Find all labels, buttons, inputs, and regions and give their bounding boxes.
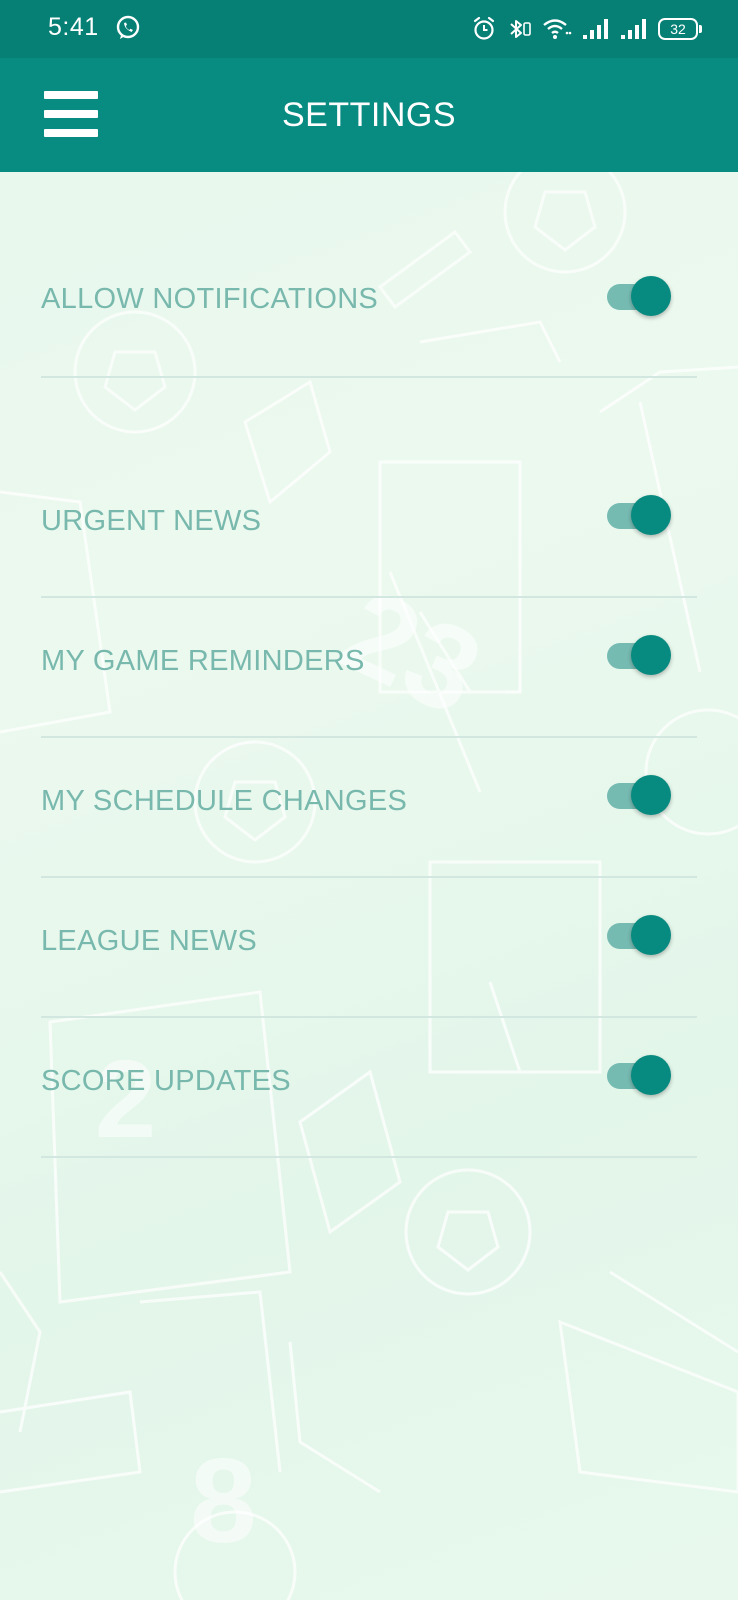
- status-bar: 5:41 32: [0, 0, 738, 58]
- signal-icon: [620, 17, 648, 41]
- toggle-my-game-reminders[interactable]: [605, 635, 671, 677]
- setting-label: ALLOW NOTIFICATIONS: [41, 283, 379, 315]
- status-icons: 32: [472, 14, 702, 44]
- toggle-score-updates[interactable]: [605, 1055, 671, 1097]
- setting-label: LEAGUE NEWS: [41, 925, 258, 957]
- status-time: 5:41: [48, 13, 99, 41]
- setting-row-allow-notifications: ALLOW NOTIFICATIONS: [41, 226, 697, 378]
- toggle-urgent-news[interactable]: [605, 495, 671, 537]
- setting-label: MY SCHEDULE CHANGES: [41, 785, 408, 817]
- alarm-icon: [472, 16, 496, 42]
- bluetooth-icon: [506, 16, 532, 42]
- whatsapp-icon: [114, 14, 142, 42]
- toggle-allow-notifications[interactable]: [605, 276, 671, 318]
- setting-row-urgent-news: URGENT NEWS: [41, 378, 697, 598]
- setting-row-score-updates: SCORE UPDATES: [41, 1018, 697, 1158]
- svg-text:8: 8: [190, 1434, 257, 1568]
- app-bar: SETTINGS: [0, 58, 738, 172]
- page-title: SETTINGS: [281, 96, 457, 134]
- signal-icon: [582, 17, 610, 41]
- setting-label: URGENT NEWS: [41, 505, 262, 537]
- battery-icon: 32: [658, 18, 702, 40]
- setting-label: SCORE UPDATES: [41, 1065, 291, 1097]
- toggle-league-news[interactable]: [605, 915, 671, 957]
- setting-row-my-game-reminders: MY GAME REMINDERS: [41, 598, 697, 738]
- setting-row-my-schedule-changes: MY SCHEDULE CHANGES: [41, 738, 697, 878]
- setting-label: MY GAME REMINDERS: [41, 645, 365, 677]
- setting-row-league-news: LEAGUE NEWS: [41, 878, 697, 1018]
- toggle-my-schedule-changes[interactable]: [605, 775, 671, 817]
- wifi-icon: [542, 17, 572, 41]
